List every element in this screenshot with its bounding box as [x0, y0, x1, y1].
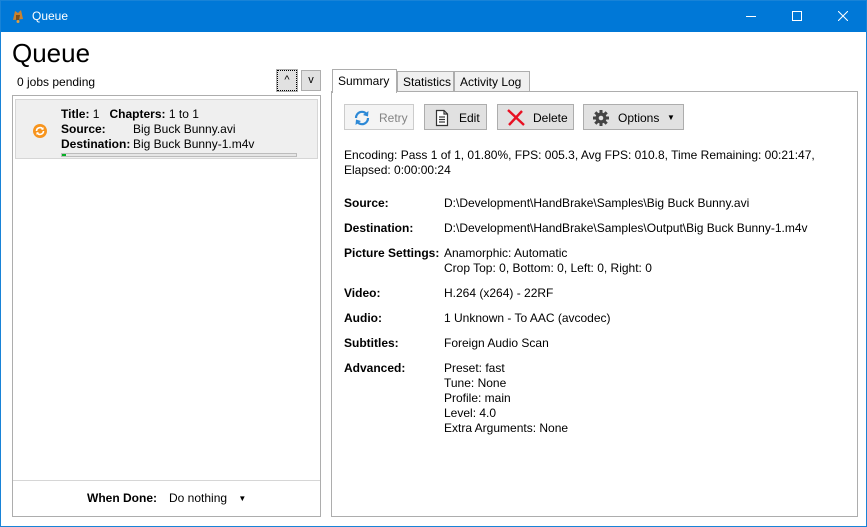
summary-picture-value: Anamorphic: Automatic Crop Top: 0, Botto… — [444, 246, 652, 276]
summary-subtitles-label: Subtitles: — [344, 336, 399, 350]
queue-item-title-row: Title: 1 Chapters: 1 to 1 — [61, 107, 199, 121]
destination-label: Destination: — [61, 137, 131, 151]
queue-item-source-row: Source: Big Buck Bunny.avi — [61, 122, 236, 136]
window-title: Queue — [32, 9, 69, 23]
chapters-label: Chapters: — [109, 107, 166, 121]
summary-audio-label: Audio: — [344, 311, 382, 325]
retry-label: Retry — [379, 111, 408, 125]
handbrake-app-icon — [13, 10, 23, 23]
when-done-value: Do nothing — [169, 491, 228, 505]
summary-destination-label: Destination: — [344, 221, 414, 235]
summary-source-label: Source: — [344, 196, 389, 210]
edit-button[interactable]: Edit — [424, 104, 487, 130]
encoding-in-progress-icon — [33, 124, 47, 138]
close-button[interactable] — [820, 1, 866, 32]
summary-video-label: Video: — [344, 286, 381, 300]
queue-item-destination-row: Destination: Big Buck Bunny-1.m4v — [61, 137, 254, 151]
advanced-line: Extra Arguments: None — [444, 421, 569, 435]
maximize-button[interactable] — [774, 1, 820, 32]
picture-line: Anamorphic: Automatic — [444, 246, 568, 260]
move-up-button[interactable]: ^ — [276, 69, 298, 92]
picture-line: Crop Top: 0, Bottom: 0, Left: 0, Right: … — [444, 261, 652, 275]
summary-audio-value: 1 Unknown - To AAC (avcodec) — [444, 311, 611, 325]
chapters-value: 1 to 1 — [168, 107, 199, 121]
summary-panel: Retry Edit Delete Options ▼ Encoding: Pa… — [331, 91, 858, 517]
refresh-icon — [354, 110, 370, 126]
jobs-pending-count: 0 jobs pending — [17, 75, 96, 89]
delete-button[interactable]: Delete — [497, 104, 574, 130]
maximize-icon — [792, 11, 802, 21]
when-done-area: When Done: Do nothing ▼ — [13, 480, 320, 516]
source-label: Source: — [61, 122, 106, 136]
title-bar[interactable]: Queue — [1, 1, 866, 32]
tab-statistics[interactable]: Statistics — [397, 71, 454, 92]
move-down-button[interactable]: v — [301, 70, 321, 91]
summary-subtitles-value: Foreign Audio Scan — [444, 336, 549, 350]
queue-window: Queue Queue 0 jobs pending ^ v Title: 1 — [0, 0, 867, 527]
edit-label: Edit — [459, 111, 480, 125]
delete-x-icon — [507, 109, 525, 126]
when-done-label: When Done: — [87, 491, 157, 505]
when-done-dropdown[interactable]: Do nothing ▼ — [169, 491, 246, 505]
advanced-line: Preset: fast — [444, 361, 505, 375]
close-icon — [838, 11, 848, 21]
document-icon — [435, 109, 449, 127]
tab-summary[interactable]: Summary — [332, 69, 397, 93]
queue-list[interactable]: Title: 1 Chapters: 1 to 1 Source: Big Bu… — [12, 95, 321, 517]
progress-fill — [62, 154, 67, 156]
options-button[interactable]: Options ▼ — [583, 104, 684, 130]
chevron-down-icon: ▼ — [238, 494, 247, 504]
minimize-icon — [746, 16, 756, 17]
tab-activity-log[interactable]: Activity Log — [454, 71, 530, 92]
options-label: Options — [618, 111, 660, 125]
page-title: Queue — [12, 38, 91, 68]
gear-icon — [593, 110, 609, 126]
summary-video-value: H.264 (x264) - 22RF — [444, 286, 554, 300]
delete-label: Delete — [533, 111, 568, 125]
advanced-line: Profile: main — [444, 391, 511, 405]
title-label: Title: — [61, 107, 90, 121]
summary-advanced-label: Advanced: — [344, 361, 406, 375]
summary-source-value: D:\Development\HandBrake\Samples\Big Buc… — [444, 196, 750, 210]
queue-item[interactable]: Title: 1 Chapters: 1 to 1 Source: Big Bu… — [15, 99, 318, 159]
retry-button[interactable]: Retry — [344, 104, 414, 130]
advanced-line: Tune: None — [444, 376, 507, 390]
chevron-down-icon: ▼ — [667, 113, 675, 122]
summary-advanced-value: Preset: fast Tune: None Profile: main Le… — [444, 361, 568, 436]
queue-item-progress-bar — [61, 153, 297, 157]
summary-destination-value: D:\Development\HandBrake\Samples\Output\… — [444, 221, 808, 235]
title-value: 1 — [92, 107, 100, 121]
summary-picture-label: Picture Settings: — [344, 246, 440, 260]
source-value: Big Buck Bunny.avi — [133, 122, 236, 136]
encoding-status: Encoding: Pass 1 of 1, 01.80%, FPS: 005.… — [344, 148, 815, 177]
minimize-button[interactable] — [728, 1, 774, 32]
advanced-line: Level: 4.0 — [444, 406, 497, 420]
destination-value: Big Buck Bunny-1.m4v — [133, 137, 255, 151]
